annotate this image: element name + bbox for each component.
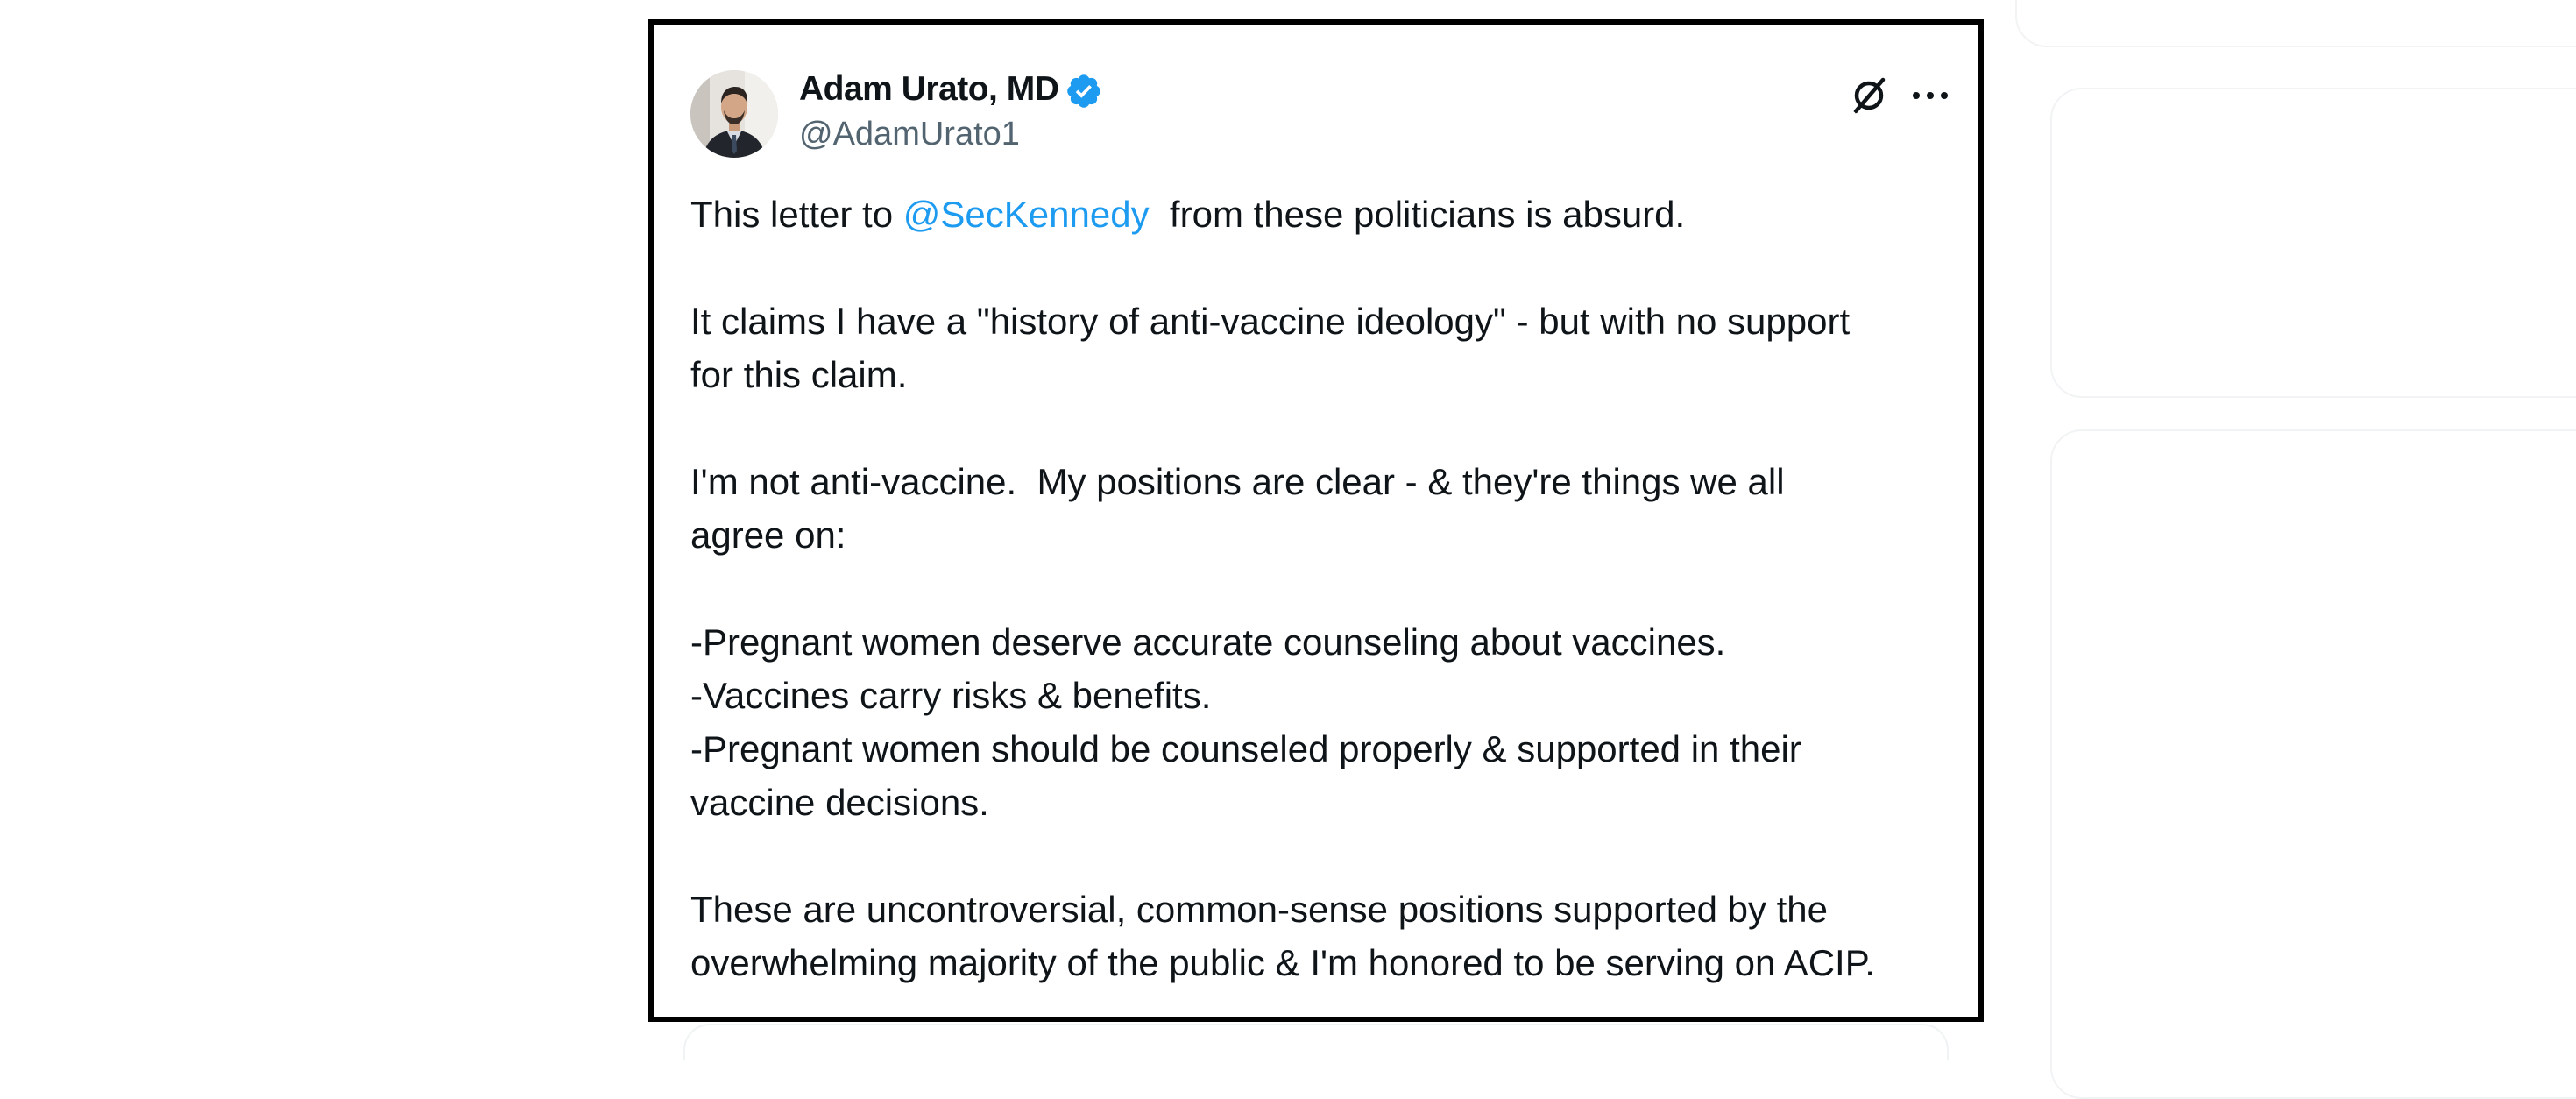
mention-link[interactable]: @SecKennedy <box>903 194 1150 235</box>
post-text-line: I'm not anti-vaccine. My positions are c… <box>690 461 1785 502</box>
post-card[interactable]: Adam Urato, MD @AdamUrato1 This letter t… <box>648 19 1984 1022</box>
post-bullet: vaccine decisions. <box>690 782 989 823</box>
post-paragraph: It claims I have a "history of anti-vacc… <box>690 294 1952 401</box>
avatar-photo <box>690 70 778 158</box>
post-paragraph: These are uncontroversial, common-sense … <box>690 883 1952 989</box>
post-text-segment: from these politicians is absurd. <box>1149 194 1686 235</box>
post-bullet: -Pregnant women deserve accurate counsel… <box>690 621 1726 663</box>
author-handle[interactable]: @AdamUrato1 <box>799 116 1020 153</box>
verified-badge-icon <box>1067 74 1100 108</box>
post-bullet: -Pregnant women should be counseled prop… <box>690 728 1801 769</box>
post-text-line: overwhelming majority of the public & I'… <box>690 942 1875 983</box>
grok-icon[interactable] <box>1847 74 1891 117</box>
post-text-line: for this claim. <box>690 354 908 395</box>
author-avatar[interactable] <box>690 70 778 158</box>
post-body: This letter to @SecKennedy from these po… <box>690 188 1952 989</box>
post-paragraph: -Pregnant women deserve accurate counsel… <box>690 615 1952 829</box>
post-paragraph: I'm not anti-vaccine. My positions are c… <box>690 455 1952 562</box>
background-panel <box>2050 429 2576 1099</box>
post-paragraph: This letter to @SecKennedy from these po… <box>690 188 1952 241</box>
background-panel <box>2050 88 2576 398</box>
author-name[interactable]: Adam Urato, MD <box>799 70 1059 109</box>
post-bullet: -Vaccines carry risks & benefits. <box>690 675 1212 716</box>
post-text-line: It claims I have a "history of anti-vacc… <box>690 301 1851 342</box>
next-card-edge <box>683 1024 1949 1060</box>
post-text-line: agree on: <box>690 514 846 556</box>
post-text-segment: This letter to <box>690 194 903 235</box>
post-text-line: These are uncontroversial, common-sense … <box>690 889 1829 930</box>
background-panel <box>2015 0 2576 47</box>
more-icon[interactable] <box>1908 79 1952 112</box>
